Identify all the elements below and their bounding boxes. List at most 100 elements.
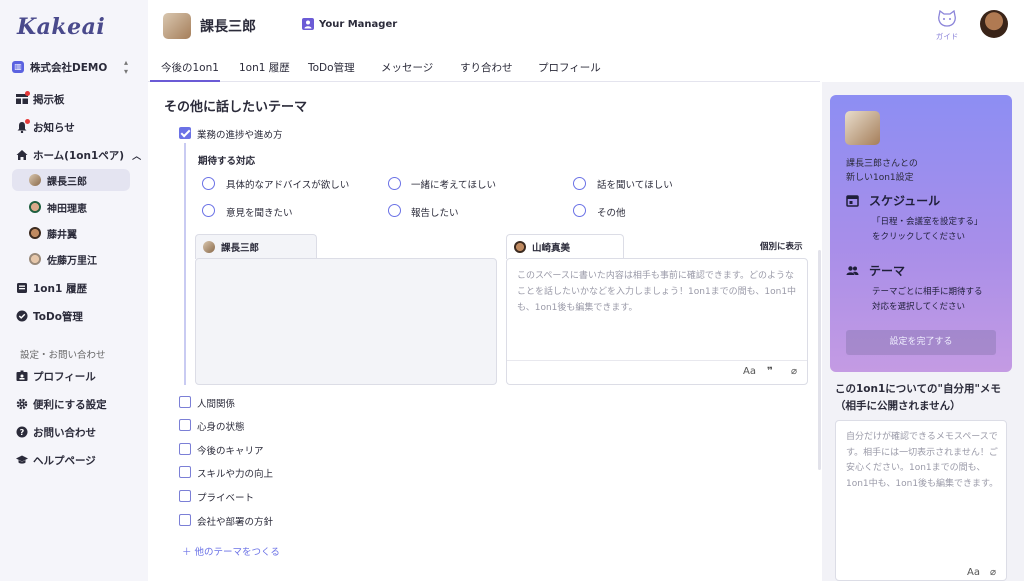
radio-think-together[interactable] — [388, 177, 401, 190]
memo-title-line: （相手に公開されません） — [835, 400, 961, 412]
avatar — [203, 241, 215, 253]
theme-checkbox[interactable] — [179, 490, 191, 502]
separate-view-link[interactable]: 個別に表示 — [760, 240, 803, 252]
page-title: 課長三郎 — [200, 19, 256, 35]
check-circle-icon — [16, 310, 28, 322]
schedule-heading: スケジュール — [846, 192, 940, 209]
avatar — [29, 227, 41, 239]
radio-other[interactable] — [573, 204, 586, 217]
graduation-cap-icon — [16, 454, 28, 466]
theme-checkbox[interactable] — [179, 514, 191, 526]
sidebar-item-label: お知らせ — [33, 121, 75, 134]
tab-history[interactable]: 1on1 履歴 — [239, 60, 290, 75]
sidebar-pair-kanda[interactable]: 神田理恵 — [12, 196, 130, 218]
theme-label: 会社や部署の方針 — [197, 517, 274, 528]
note-placeholder[interactable]: このスペースに書いた内容は相手も事前に確認できます。どのようなことを話したいかな… — [517, 268, 799, 316]
theme-checkbox[interactable] — [179, 396, 191, 408]
manager-label: Your Manager — [319, 18, 398, 30]
bell-icon — [16, 119, 30, 134]
attach-icon[interactable]: ⌀ — [791, 366, 797, 377]
radio-opinion[interactable] — [202, 204, 215, 217]
memo-title-line: この1on1についての"自分用"メモ — [835, 383, 1001, 395]
sidebar-pair-fujii[interactable]: 藤井翼 — [12, 222, 130, 244]
home-icon — [16, 149, 28, 161]
radio-listen[interactable] — [573, 177, 586, 190]
person-badge-icon — [302, 18, 314, 30]
theme-expand-line — [184, 143, 186, 385]
kakeai-logo[interactable]: Kakeai — [17, 14, 105, 40]
radio-label: 具体的なアドバイスが欲しい — [226, 180, 350, 191]
radio-label: 話を聞いてほしい — [597, 180, 673, 191]
tab-todo[interactable]: ToDo管理 — [308, 60, 355, 75]
radio-label: 報告したい — [411, 208, 459, 219]
theme-label: 心身の状態 — [197, 422, 245, 433]
theme-checkbox-work-progress[interactable] — [179, 127, 191, 139]
text-format-icon[interactable]: Aa — [743, 366, 756, 377]
notification-dot — [25, 91, 30, 96]
people-icon — [846, 264, 859, 277]
question-circle-icon: ? — [16, 426, 28, 438]
settings-section-label: 設定・お問い合わせ — [20, 350, 106, 361]
sidebar-item-label: 掲示板 — [33, 93, 65, 106]
setup-intro: 課長三郎さんとの 新しい1on1設定 — [846, 157, 918, 185]
desc-line: 「日程・会議室を設定する」 — [872, 217, 983, 227]
guide-label: ガイド — [935, 32, 959, 41]
company-name: 株式会社DEMO — [30, 61, 108, 74]
sidebar-pair-sato[interactable]: 佐藤万里江 — [12, 248, 130, 270]
complete-setup-button[interactable]: 設定を完了する — [846, 330, 996, 355]
theme-checkbox[interactable] — [179, 466, 191, 478]
theme-checkbox[interactable] — [179, 419, 191, 431]
tab-upcoming-1on1[interactable]: 今後の1on1 — [161, 60, 219, 75]
schedule-title: スケジュール — [869, 194, 941, 208]
guide-button[interactable]: ガイド — [932, 9, 962, 42]
memo-placeholder[interactable]: 自分だけが確認できるメモスペースです。相手には一切表示されません！ご安心ください… — [846, 430, 1000, 492]
sidebar-item-bulletin[interactable]: 掲示板 — [16, 90, 65, 108]
calendar-icon — [846, 194, 859, 207]
sidebar-item-label: 便利にする設定 — [33, 398, 107, 411]
sidebar-item-settings[interactable]: 便利にする設定 — [16, 395, 107, 413]
sidebar-item-notifications[interactable]: お知らせ — [16, 118, 75, 136]
main-scrollbar[interactable] — [818, 250, 821, 470]
building-icon: ▥ — [12, 61, 24, 73]
sidebar-pair-kacho[interactable]: 課長三郎 — [12, 169, 130, 191]
user-avatar[interactable] — [980, 10, 1008, 38]
sidebar-item-label: ホーム(1on1ペア) — [33, 149, 125, 162]
partner-note-card — [195, 258, 497, 385]
sidebar-item-home[interactable]: ホーム(1on1ペア) ︿ — [16, 146, 141, 164]
sidebar-item-label: ToDo管理 — [33, 310, 83, 323]
notification-dot — [25, 119, 30, 124]
pair-label: 藤井翼 — [47, 229, 77, 241]
board-icon — [16, 91, 30, 105]
person-name: 課長三郎 — [221, 243, 260, 254]
theme-label: 人間関係 — [197, 399, 236, 410]
radio-label: 意見を聞きたい — [226, 208, 293, 219]
sidebar-item-profile[interactable]: プロフィール — [16, 367, 96, 385]
avatar — [29, 201, 41, 213]
gear-icon — [16, 398, 28, 410]
tab-alignment[interactable]: すり合わせ — [460, 60, 513, 75]
sidebar-item-history[interactable]: 1on1 履歴 — [16, 279, 87, 297]
sidebar-item-contact[interactable]: ? お問い合わせ — [16, 423, 96, 441]
active-tab-indicator — [150, 80, 220, 82]
sidebar-item-help[interactable]: ヘルプページ — [16, 451, 96, 469]
text-format-icon[interactable]: Aa — [967, 567, 980, 578]
radio-advice[interactable] — [202, 177, 215, 190]
left-card-person: 課長三郎 — [203, 240, 259, 254]
manager-badge: Your Manager — [302, 18, 397, 30]
company-switcher[interactable]: ▥ 株式会社DEMO ▴ ▾ — [12, 58, 136, 76]
avatar — [29, 253, 41, 265]
sidebar-item-label: 1on1 履歴 — [33, 282, 87, 295]
attach-icon[interactable]: ⌀ — [990, 567, 996, 578]
theme-label: スキルや力の向上 — [197, 469, 274, 480]
tab-profile[interactable]: プロフィール — [538, 60, 601, 75]
pair-label: 佐藤万里江 — [47, 255, 97, 267]
desc-line: テーマごとに相手に期待する — [872, 287, 983, 297]
sidebar-item-todo[interactable]: ToDo管理 — [16, 307, 83, 325]
quote-icon[interactable]: ❞ — [767, 366, 773, 377]
radio-report[interactable] — [388, 204, 401, 217]
add-theme-button[interactable]: ＋ 他のテーマをつくる — [182, 544, 280, 558]
svg-text:?: ? — [20, 428, 25, 437]
setup-line: 課長三郎さんとの — [846, 159, 918, 169]
tab-messages[interactable]: メッセージ — [381, 60, 433, 75]
theme-checkbox[interactable] — [179, 443, 191, 455]
